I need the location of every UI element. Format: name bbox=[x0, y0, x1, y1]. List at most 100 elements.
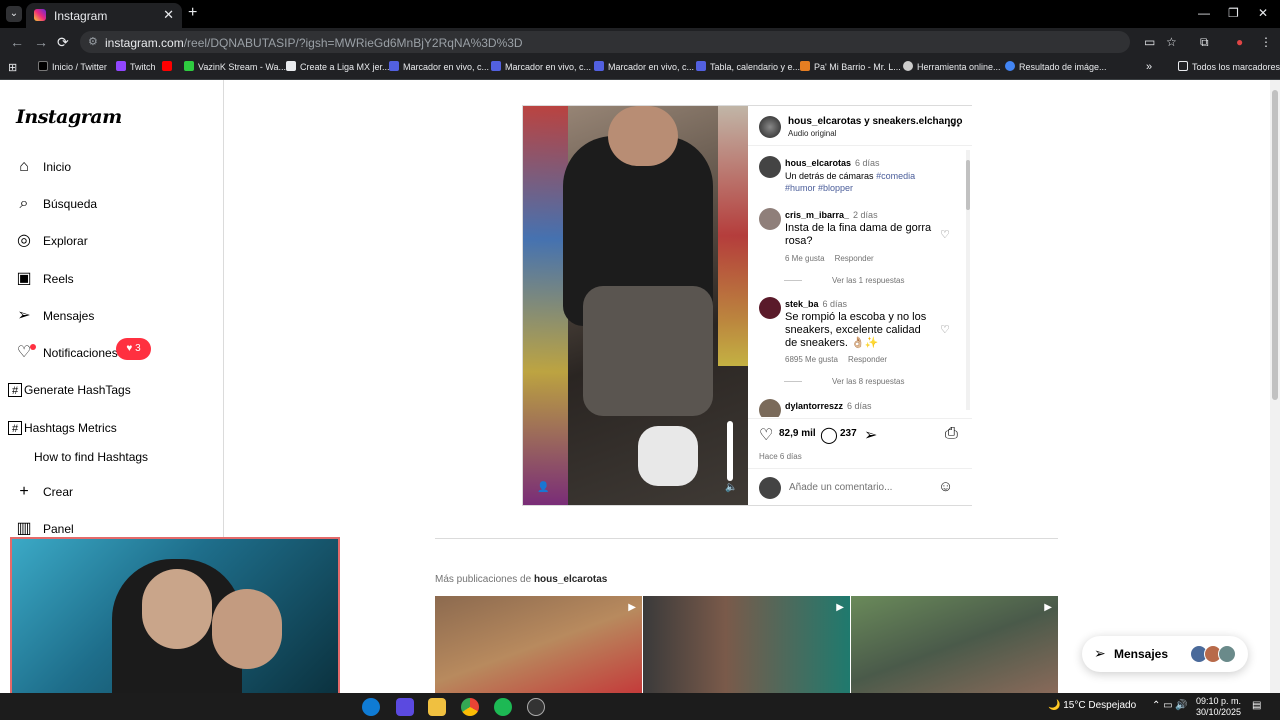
more-options-icon[interactable]: ··· bbox=[947, 117, 961, 133]
instagram-logo[interactable]: Instagram bbox=[16, 106, 122, 128]
extensions-icon[interactable]: ⧉ bbox=[1200, 35, 1209, 50]
bookmark-twitter[interactable]: Inicio / Twitter bbox=[38, 61, 107, 72]
comment-likes[interactable]: 6895 Me gusta bbox=[785, 355, 838, 364]
sidebar-item-mensajes[interactable]: ➢ Mensajes bbox=[14, 304, 94, 328]
comment-user[interactable]: hous_elcarotas bbox=[785, 158, 851, 168]
url-field[interactable]: ⚙ instagram.com/reel/DQNABUTASIP/?igsh=M… bbox=[80, 31, 1130, 53]
folder-icon[interactable] bbox=[428, 698, 446, 716]
bookmark-herramienta[interactable]: Herramienta online... bbox=[903, 61, 1001, 72]
install-app-icon[interactable]: ▭ bbox=[1144, 35, 1155, 49]
audio-link[interactable]: Audio original bbox=[788, 129, 836, 138]
browser-tab[interactable]: Instagram ✕ bbox=[26, 3, 182, 28]
minimize-button[interactable]: — bbox=[1198, 6, 1210, 20]
tab-close-icon[interactable]: ✕ bbox=[163, 7, 174, 23]
profile-icon[interactable]: ● bbox=[1236, 35, 1243, 49]
comment-user[interactable]: dylantorreszz bbox=[785, 401, 843, 411]
reload-button[interactable]: ⟳ bbox=[57, 34, 69, 51]
obs-icon[interactable] bbox=[527, 698, 545, 716]
post-author[interactable]: hous_elcarotas y sneakers.elchango bbox=[788, 116, 963, 127]
bookmark-twitch[interactable]: Twitch bbox=[116, 61, 156, 72]
reply-button[interactable]: Responder bbox=[848, 355, 887, 364]
bookmark-resultado[interactable]: Resultado de imáge... bbox=[1005, 61, 1107, 72]
more-post-thumbnail[interactable]: ▶ bbox=[643, 596, 850, 694]
edge-icon[interactable] bbox=[362, 698, 380, 716]
more-posts-user[interactable]: hous_elcarotas bbox=[534, 574, 607, 585]
avatar bbox=[759, 477, 781, 499]
messages-floating-button[interactable]: ➢ Mensajes bbox=[1082, 636, 1248, 672]
sidebar-item-inicio[interactable]: ⌂ Inicio bbox=[14, 155, 71, 179]
restore-button[interactable]: ❐ bbox=[1228, 6, 1239, 20]
reel-icon: ▶ bbox=[628, 602, 636, 613]
emoji-icon[interactable]: ☺ bbox=[938, 478, 953, 495]
bookmark-liga-mx[interactable]: Create a Liga MX jer... bbox=[286, 61, 390, 72]
avatar[interactable] bbox=[759, 116, 781, 138]
comment-likes[interactable]: 6 Me gusta bbox=[785, 254, 825, 263]
volume-slider[interactable] bbox=[727, 421, 733, 481]
like-heart-icon[interactable]: ♡ bbox=[759, 425, 773, 445]
spotify-icon[interactable] bbox=[494, 698, 512, 716]
view-replies[interactable]: Ver las 8 respuestas bbox=[808, 377, 904, 386]
bookmark-tabla[interactable]: Tabla, calendario y e... bbox=[696, 61, 800, 72]
post-side-panel: hous_elcarotas y sneakers.elchango Audio… bbox=[748, 106, 972, 505]
score-icon bbox=[389, 61, 399, 71]
score-icon bbox=[491, 61, 501, 71]
tab-search-button[interactable]: ⌄ bbox=[6, 6, 22, 22]
hash-icon: # bbox=[8, 421, 22, 435]
site-info-icon[interactable]: ⚙ bbox=[88, 35, 98, 48]
sidebar-item-hashtags-metrics[interactable]: # Hashtags Metrics bbox=[8, 416, 117, 440]
avatar[interactable] bbox=[759, 156, 781, 178]
sidebar-item-crear[interactable]: + Crear bbox=[14, 480, 73, 504]
comment-user[interactable]: stek_ba bbox=[785, 299, 819, 309]
comment-input[interactable]: Añade un comentario... bbox=[789, 482, 892, 493]
bookmark-marcador-1[interactable]: Marcador en vivo, c... bbox=[389, 61, 489, 72]
more-bookmarks-icon[interactable]: » bbox=[1146, 61, 1152, 73]
bookmark-star-icon[interactable]: ☆ bbox=[1166, 35, 1177, 49]
back-button[interactable]: ← bbox=[10, 34, 24, 50]
sidebar-item-how-to-find-hashtags[interactable]: How to find Hashtags bbox=[34, 445, 148, 469]
menu-icon[interactable]: ⋮ bbox=[1260, 35, 1272, 49]
sidebar-item-generate-hashtags[interactable]: # Generate HashTags bbox=[8, 378, 131, 402]
comment-text: Se rompió la escoba y no los sneakers, e… bbox=[785, 311, 927, 349]
apps-icon[interactable]: ⊞ bbox=[8, 61, 17, 74]
avatar[interactable] bbox=[759, 208, 781, 230]
new-tab-button[interactable]: + bbox=[188, 4, 197, 22]
avatar[interactable] bbox=[759, 399, 781, 417]
comments-scrollbar[interactable] bbox=[966, 150, 970, 410]
bookmark-youtube[interactable] bbox=[162, 61, 176, 72]
chrome-icon[interactable] bbox=[461, 698, 479, 716]
sidebar-item-reels[interactable]: ▣ Reels bbox=[14, 267, 73, 291]
more-post-thumbnail[interactable]: ▶ bbox=[435, 596, 642, 694]
bookmark-marcador-3[interactable]: Marcador en vivo, c... bbox=[594, 61, 694, 72]
view-replies[interactable]: Ver las 1 respuestas bbox=[808, 276, 904, 285]
comments-count: 237 bbox=[840, 428, 857, 439]
sidebar-item-busqueda[interactable]: ⌕ Búsqueda bbox=[14, 192, 98, 216]
comment-time: 2 días bbox=[853, 210, 878, 220]
page-scrollbar[interactable] bbox=[1270, 80, 1280, 693]
share-send-icon[interactable]: ➢ bbox=[864, 425, 877, 445]
reel-icon: ▶ bbox=[1044, 602, 1052, 613]
bookmark-vazink[interactable]: VazinK Stream - Wa... bbox=[184, 61, 286, 72]
like-comment-icon[interactable]: ♡ bbox=[940, 228, 950, 241]
app-icon[interactable] bbox=[396, 698, 414, 716]
comment-user[interactable]: cris_m_ibarra_ bbox=[785, 210, 849, 220]
bookmark-marcador-2[interactable]: Marcador en vivo, c... bbox=[491, 61, 591, 72]
volume-icon[interactable]: 🔈 bbox=[725, 482, 737, 493]
avatar[interactable] bbox=[759, 297, 781, 319]
search-icon: ⌕ bbox=[19, 195, 29, 212]
sidebar-item-explorar[interactable]: ◎ Explorar bbox=[14, 229, 88, 253]
forward-button[interactable]: → bbox=[34, 34, 48, 50]
save-bookmark-icon[interactable]: ⎙ bbox=[945, 425, 958, 443]
system-clock[interactable]: 09:10 p. m. 30/10/2025 bbox=[1196, 696, 1241, 718]
bookmark-pa-mi-barrio[interactable]: Pa' Mi Barrio - Mr. L... bbox=[800, 61, 901, 72]
tagged-user-icon[interactable]: 👤 bbox=[537, 482, 549, 493]
reply-button[interactable]: Responder bbox=[835, 254, 874, 263]
close-window-button[interactable]: ✕ bbox=[1258, 6, 1268, 20]
like-comment-icon[interactable]: ♡ bbox=[940, 323, 950, 336]
all-bookmarks-folder[interactable]: Todos los marcadores bbox=[1178, 61, 1280, 72]
reel-video[interactable]: 🔈 👤 bbox=[523, 106, 748, 505]
comment-bubble-icon[interactable]: ◯ bbox=[820, 425, 838, 445]
notification-center-icon[interactable]: ▤ bbox=[1252, 700, 1261, 711]
more-post-thumbnail[interactable]: ▶ bbox=[851, 596, 1058, 694]
tray-icons[interactable]: ⌃ ▭ 🔊 bbox=[1152, 700, 1188, 711]
weather-widget[interactable]: 🌙 15°C Despejado bbox=[1048, 700, 1136, 711]
